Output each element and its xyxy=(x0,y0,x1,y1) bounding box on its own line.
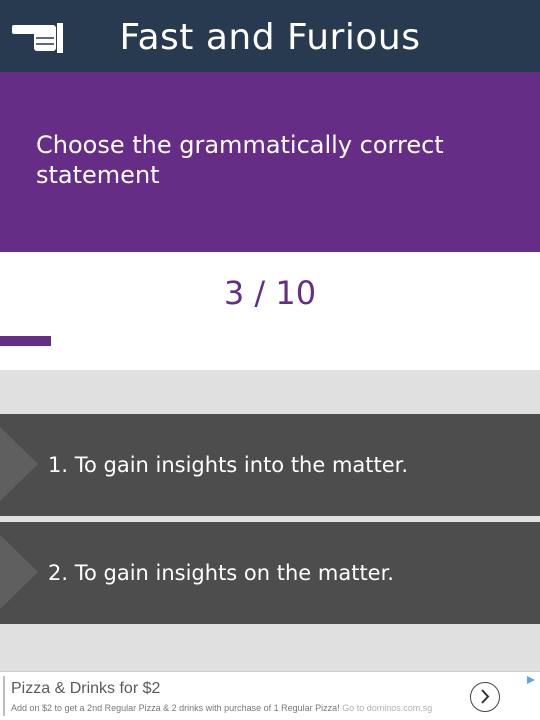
question-panel: Choose the grammatically correct stateme… xyxy=(0,72,540,252)
chevron-right-icon xyxy=(0,427,38,501)
ad-source[interactable]: Go to dominos.com.sg xyxy=(342,703,432,713)
ad-divider xyxy=(3,676,5,716)
quiz-screen: Fast and Furious Choose the grammaticall… xyxy=(0,0,540,720)
progress-bar xyxy=(0,336,540,346)
ad-description-text: Add on $2 to get a 2nd Regular Pizza & 2… xyxy=(11,703,340,713)
answer-option-label: 2. To gain insights on the matter. xyxy=(48,561,394,585)
ad-title[interactable]: Pizza & Drinks for $2 xyxy=(11,680,160,698)
app-header: Fast and Furious xyxy=(0,0,540,72)
ad-banner[interactable]: Pizza & Drinks for $2 Add on $2 to get a… xyxy=(0,671,540,720)
chevron-right-circle-icon xyxy=(471,689,498,714)
chevron-right-icon xyxy=(0,535,38,609)
ad-description: Add on $2 to get a 2nd Regular Pizza & 2… xyxy=(11,703,463,713)
progress-bar-fill xyxy=(0,336,51,346)
answer-option-1[interactable]: 1. To gain insights into the matter. xyxy=(0,414,540,516)
page-title: Fast and Furious xyxy=(119,17,421,58)
ad-choices-icon[interactable] xyxy=(526,675,536,685)
question-counter: 3 / 10 xyxy=(223,274,317,312)
answer-option-2[interactable]: 2. To gain insights on the matter. xyxy=(0,522,540,624)
progress-panel: 3 / 10 xyxy=(0,252,540,370)
question-prompt: Choose the grammatically correct stateme… xyxy=(36,131,444,189)
answer-option-label: 1. To gain insights into the matter. xyxy=(48,453,409,477)
ad-open-button[interactable] xyxy=(470,682,500,712)
